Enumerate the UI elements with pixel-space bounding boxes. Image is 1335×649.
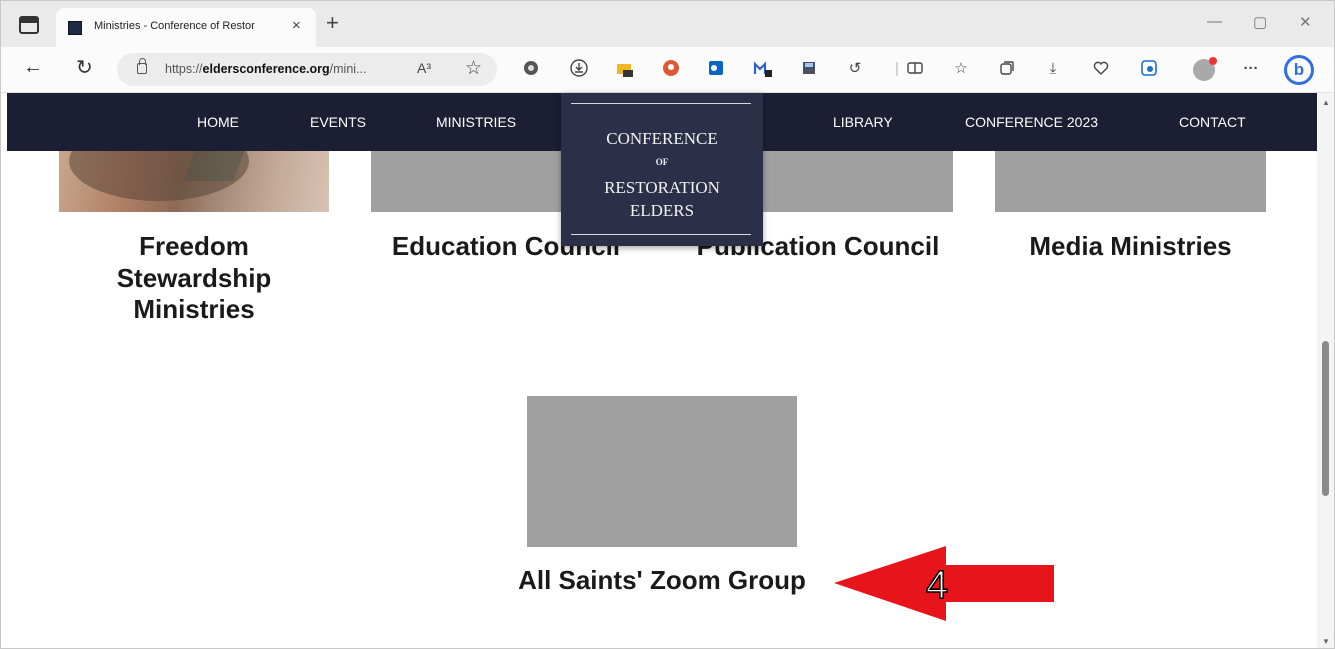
download-extension-icon[interactable] [569,59,589,79]
freedom-stewardship-image[interactable] [59,151,329,212]
logo-line-2: OF [655,157,669,167]
logo-top-rule [571,103,751,104]
refresh-extension-icon[interactable]: ↺ [845,59,865,79]
media-ministries-image-placeholder[interactable] [995,151,1266,212]
nav-contact-link[interactable]: CONTACT [1179,114,1246,130]
tab-close-icon[interactable]: × [292,17,301,34]
nav-events-link[interactable]: EVENTS [310,114,366,130]
logo-line-4: ELDERS [629,201,695,220]
tab-actions-icon[interactable] [19,16,39,34]
minimize-button[interactable]: — [1207,13,1222,30]
favorites-icon[interactable]: ☆ [951,59,971,79]
media-ministries-title[interactable]: Media Ministries [995,231,1266,263]
nav-home-link[interactable]: HOME [197,114,239,130]
page-scrollbar[interactable]: ▲ ▼ [1317,93,1334,648]
site-logo[interactable]: CONFERENCE OF RESTORATION ELDERS [561,93,763,246]
bing-icon[interactable]: b [1284,55,1314,85]
profile-avatar-icon[interactable] [1193,57,1217,81]
logo-line-3: RESTORATION [604,178,720,197]
zoom-group-image-placeholder[interactable] [527,396,797,547]
mail-extension-icon[interactable] [753,59,773,79]
toolbar-divider: | [895,60,899,77]
nav-library-link[interactable]: LIBRARY [833,114,893,130]
nav-ministries-link[interactable]: MINISTRIES [436,114,516,130]
outlook-icon[interactable] [706,59,726,79]
collections-icon[interactable] [997,59,1017,79]
save-extension-icon[interactable] [799,59,819,79]
nav-conference-2023-link[interactable]: CONFERENCE 2023 [965,114,1098,130]
site-favicon-icon [68,21,82,35]
freedom-stewardship-line-2: Stewardship [116,262,272,293]
tab-title: Ministries - Conference of Restor [94,20,255,32]
duckduckgo-icon[interactable] [661,59,681,79]
all-saints-zoom-group-title[interactable]: All Saints' Zoom Group [477,565,847,597]
scroll-down-arrow-icon[interactable]: ▼ [1322,637,1330,646]
url-path: /mini... [329,62,367,76]
url-text: https://eldersconference.org/mini... [165,62,366,76]
logo-line-1: CONFERENCE [606,129,718,148]
reload-icon[interactable]: ↻ [76,55,93,80]
address-bar[interactable]: https://eldersconference.org/mini... A³ … [117,53,497,86]
url-domain: eldersconference.org [202,62,330,76]
downloads-icon[interactable]: ⤓ [1043,59,1063,79]
folder-extension-icon[interactable] [615,59,635,79]
tracking-icon[interactable] [521,59,541,79]
add-favorite-star-icon[interactable]: ☆ [465,57,482,80]
scroll-up-arrow-icon[interactable]: ▲ [1322,98,1330,107]
annotation-step-number: 4 [926,563,948,607]
url-prefix: https:// [165,62,203,76]
lock-icon[interactable] [137,58,147,74]
freedom-stewardship-line-3: Ministries [133,294,255,325]
freedom-stewardship-title[interactable]: Freedom Stewardship Ministries [59,231,329,326]
more-icon[interactable]: ··· [1241,59,1261,79]
browser-window: Ministries - Conference of Restor × + — … [0,0,1335,649]
read-aloud-icon[interactable]: A³ [417,60,431,76]
copilot-icon[interactable] [1139,59,1159,79]
close-window-button[interactable]: ✕ [1299,13,1312,31]
browser-tab[interactable]: Ministries - Conference of Restor × [56,8,316,47]
split-screen-icon[interactable] [905,59,925,79]
maximize-button[interactable]: ▢ [1253,13,1267,31]
annotation-arrow-icon: 4 [834,546,1054,621]
tab-strip: Ministries - Conference of Restor × + — … [1,1,1334,47]
performance-icon[interactable] [1091,59,1111,79]
logo-bottom-rule [571,234,751,235]
freedom-stewardship-line-1: Freedom [139,231,249,261]
new-tab-button[interactable]: + [326,10,339,36]
scrollbar-thumb[interactable] [1322,341,1329,496]
back-arrow-icon[interactable]: ← [23,56,43,79]
